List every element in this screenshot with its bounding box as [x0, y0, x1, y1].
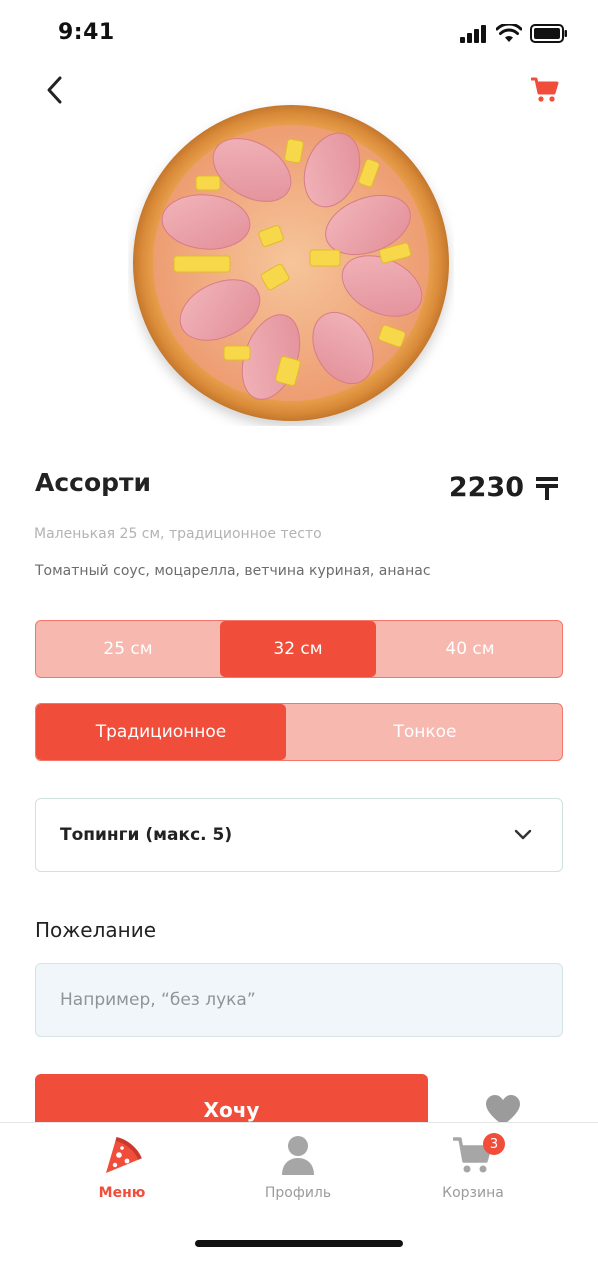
- pizza-image: [133, 105, 449, 421]
- user-icon: [282, 1136, 314, 1175]
- tab-menu-label: Меню: [98, 1185, 146, 1201]
- cart-icon: [531, 77, 559, 102]
- signal-icon: [460, 24, 486, 43]
- back-button[interactable]: [36, 70, 72, 110]
- product-ingredients: Томатный соус, моцарелла, ветчина курина…: [35, 563, 431, 579]
- size-option-32[interactable]: 32 см: [220, 621, 376, 677]
- status-icons: [460, 24, 568, 43]
- product-price: 2230: [449, 472, 558, 503]
- product-title: Ассорти: [35, 468, 152, 497]
- wish-input[interactable]: [35, 963, 563, 1037]
- cart-badge: 3: [483, 1133, 505, 1155]
- dough-option-traditional[interactable]: Традиционное: [36, 704, 286, 760]
- chevron-left-icon: [47, 76, 62, 104]
- tenge-icon: [536, 476, 558, 500]
- bottom-tab-bar: Меню Профиль 3 Корзина: [0, 1122, 598, 1270]
- size-selector: 25 см 32 см 40 см: [35, 620, 563, 678]
- header-cart-button[interactable]: [528, 74, 562, 106]
- dough-option-thin[interactable]: Тонкое: [286, 704, 562, 760]
- price-value: 2230: [448, 472, 524, 503]
- size-option-25[interactable]: 25 см: [36, 621, 220, 677]
- tab-profile[interactable]: Профиль: [228, 1135, 368, 1201]
- toppings-label: Топинги (макс. 5): [60, 825, 233, 845]
- battery-icon: [530, 24, 567, 43]
- toppings-dropdown[interactable]: Топинги (макс. 5): [35, 798, 563, 872]
- tab-profile-label: Профиль: [264, 1185, 332, 1201]
- pizza-slice-icon: [106, 1137, 142, 1173]
- wish-title: Пожелание: [35, 918, 157, 942]
- tab-cart[interactable]: 3 Корзина: [403, 1133, 543, 1201]
- tab-cart-label: Корзина: [442, 1185, 504, 1201]
- dough-selector: Традиционное Тонкое: [35, 703, 563, 761]
- tab-menu[interactable]: Меню: [52, 1135, 192, 1201]
- chevron-down-icon: [514, 829, 532, 840]
- home-indicator: [195, 1240, 403, 1247]
- product-subtitle: Маленькая 25 см, традиционное тесто: [34, 526, 322, 542]
- status-time: 9:41: [58, 20, 115, 45]
- size-option-40[interactable]: 40 см: [376, 621, 562, 677]
- wifi-icon: [496, 24, 522, 42]
